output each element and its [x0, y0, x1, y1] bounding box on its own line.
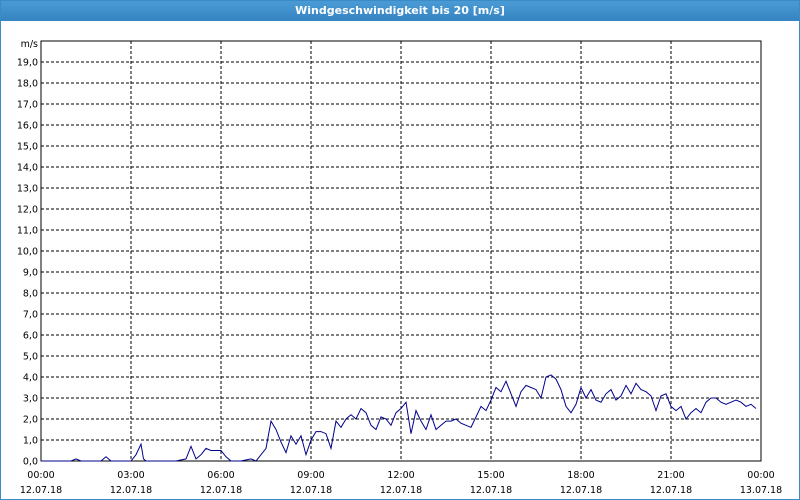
y-tick-label: 13,0: [17, 184, 38, 195]
y-tick-label: 11,0: [17, 226, 38, 237]
y-tick-label: 1,0: [23, 436, 38, 447]
x-tick-time: 21:00: [657, 470, 684, 481]
x-tick-time: 09:00: [297, 470, 324, 481]
x-tick-time: 00:00: [27, 470, 54, 481]
x-tick-date: 12.07.18: [20, 485, 62, 496]
y-tick-label: 16,0: [17, 121, 38, 132]
y-tick-label: 17,0: [17, 100, 38, 111]
wind-speed-chart: 0,0 1,0 2,0 3,0 4,0 5,0 6,0 7,0 8,0 9,0 10,0 11,0 12…: [17, 39, 782, 496]
x-tick-time: 12:00: [387, 470, 414, 481]
y-tick-label: 9,0: [23, 268, 38, 279]
x-tick-date: 12.07.18: [380, 485, 422, 496]
x-tick-time: 03:00: [117, 470, 144, 481]
y-tick-label: 15,0: [17, 142, 38, 153]
y-tick-label: 0,0: [23, 457, 38, 468]
y-tick-label: 18,0: [17, 79, 38, 90]
x-tick-date: 12.07.18: [650, 485, 692, 496]
x-tick-time: 06:00: [207, 470, 234, 481]
x-tick-date: 12.07.18: [290, 485, 332, 496]
x-tick-time: 00:00: [747, 470, 774, 481]
y-axis-label: m/s: [21, 39, 38, 50]
y-tick-label: 4,0: [23, 373, 38, 384]
y-tick-label: 3,0: [23, 394, 38, 405]
x-tick-date: 12.07.18: [200, 485, 242, 496]
y-tick-label: 2,0: [23, 415, 38, 426]
x-tick-date: 13.07.18: [740, 485, 782, 496]
y-tick-label: 14,0: [17, 163, 38, 174]
x-tick-date: 12.07.18: [470, 485, 512, 496]
x-tick-date: 12.07.18: [560, 485, 602, 496]
chart-window: Windgeschwindigkeit bis 20 [m/s] 0,0 1,0 2…: [0, 0, 800, 500]
wind-speed-line: [41, 374, 757, 462]
y-tick-label: 12,0: [17, 205, 38, 216]
y-tick-label: 19,0: [17, 58, 38, 69]
window-title: Windgeschwindigkeit bis 20 [m/s]: [1, 1, 799, 21]
y-tick-label: 10,0: [17, 247, 38, 258]
y-tick-label: 8,0: [23, 289, 38, 300]
x-tick-time: 18:00: [567, 470, 594, 481]
x-tick-date: 12.07.18: [110, 485, 152, 496]
y-tick-label: 7,0: [23, 310, 38, 321]
y-tick-label: 6,0: [23, 331, 38, 342]
x-tick-time: 15:00: [477, 470, 504, 481]
y-tick-label: 5,0: [23, 352, 38, 363]
